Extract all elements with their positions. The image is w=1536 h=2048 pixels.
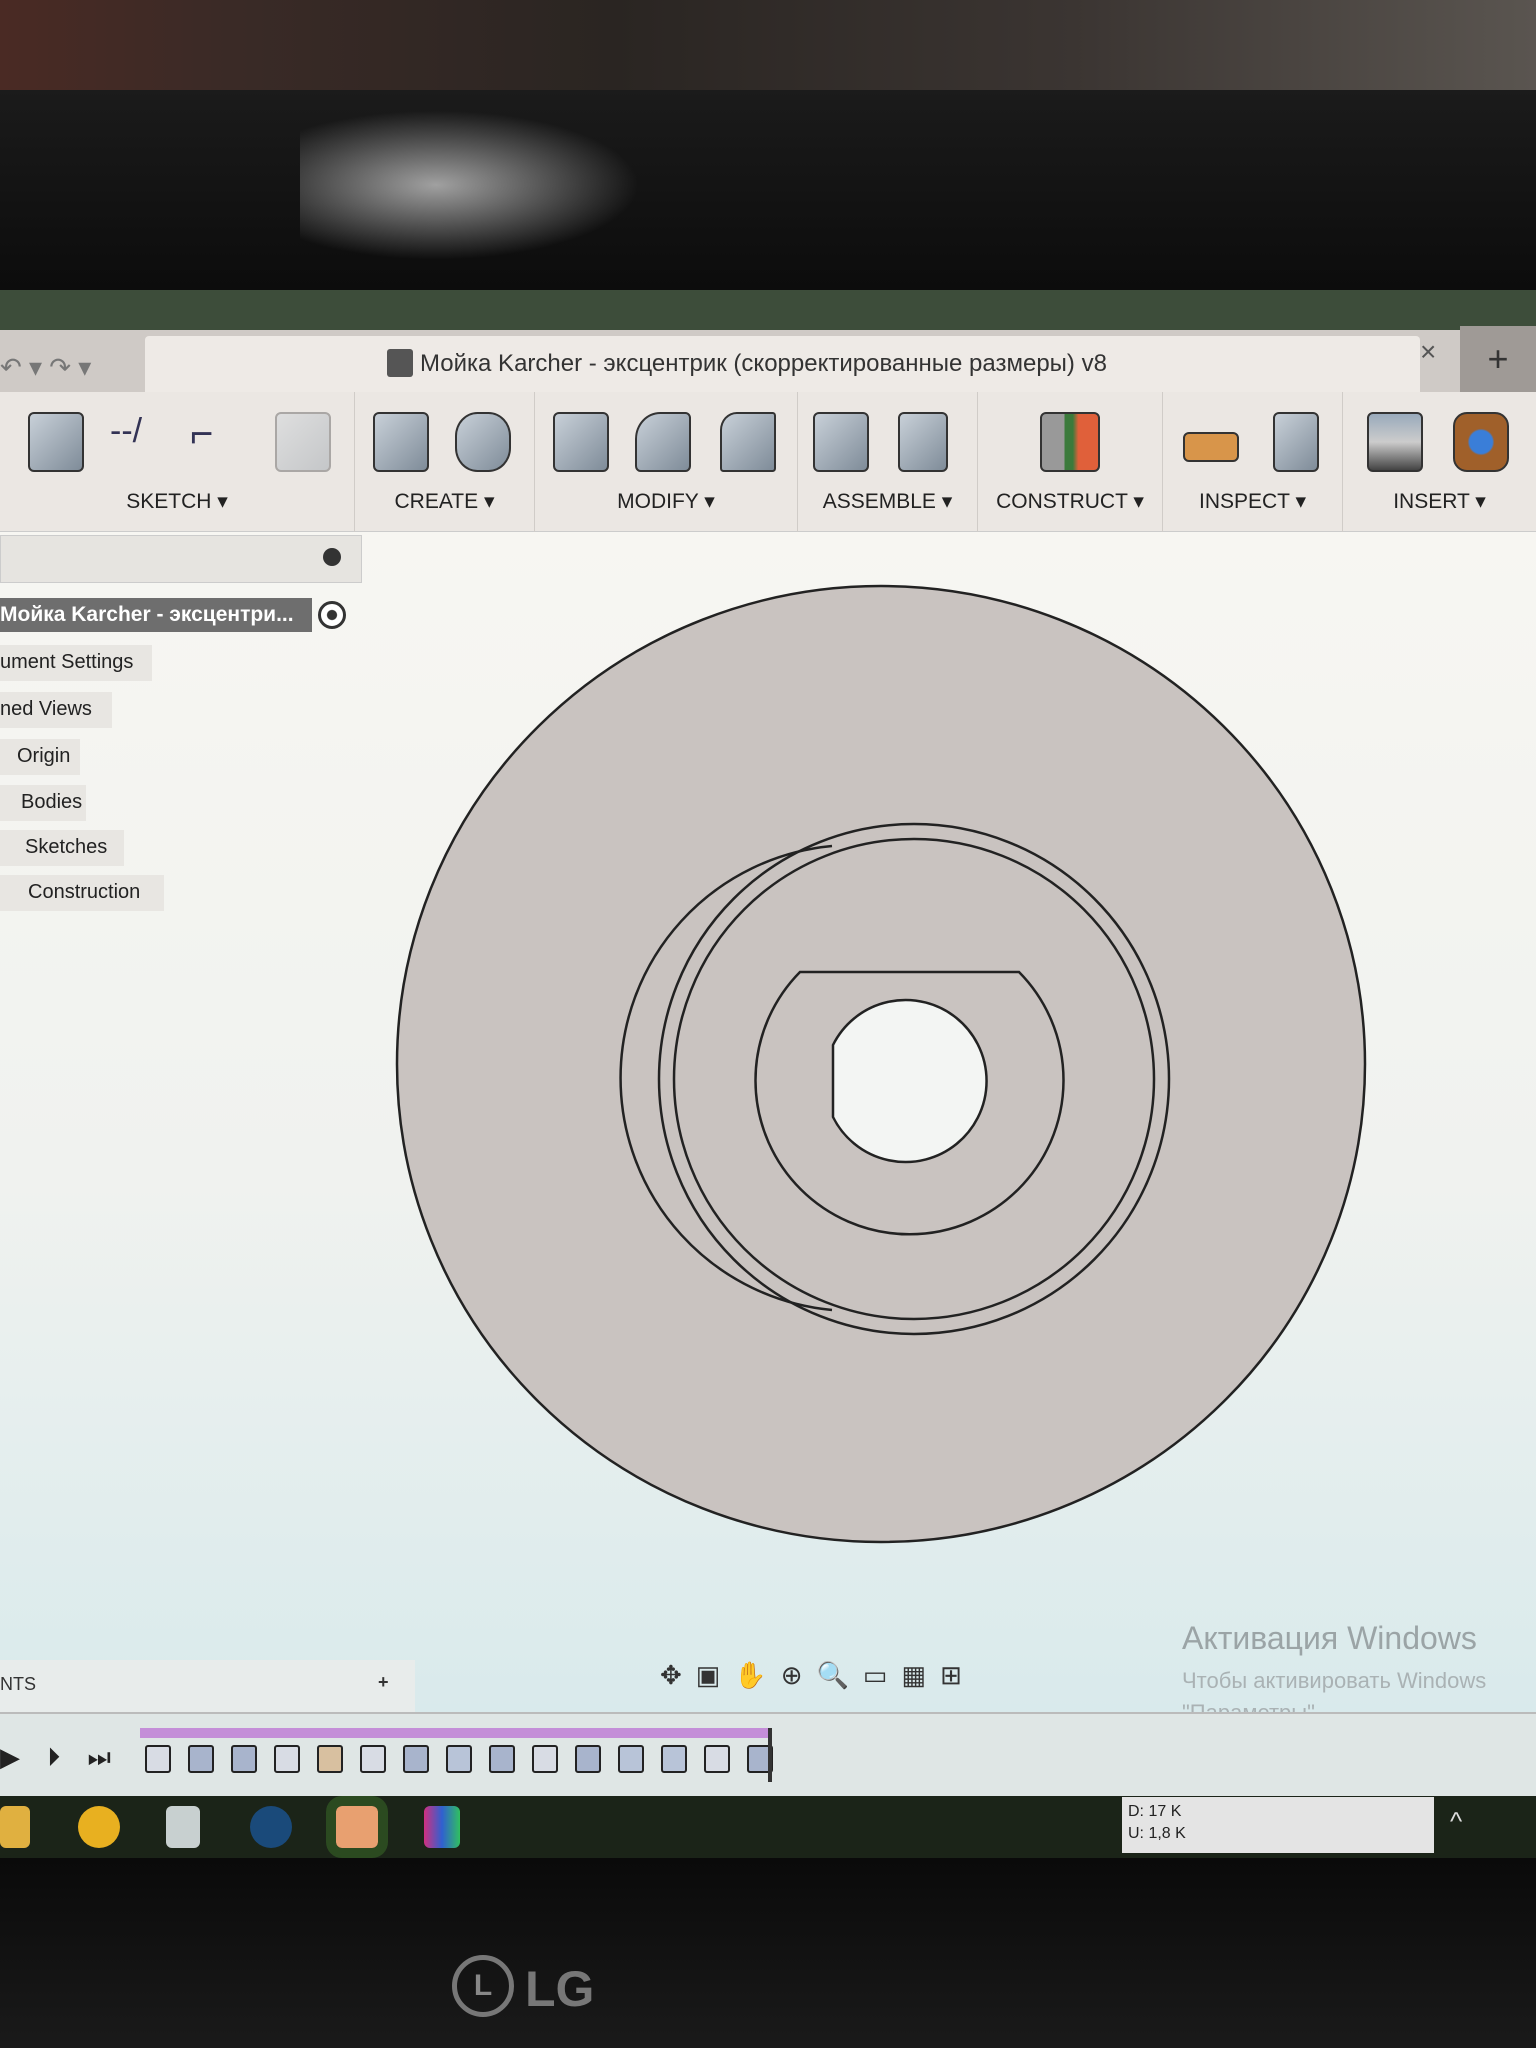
brand-logo: LG xyxy=(525,1961,595,2017)
timeline-extrude-icon[interactable] xyxy=(575,1745,601,1773)
calculator-icon[interactable] xyxy=(166,1806,200,1848)
file-explorer-icon[interactable] xyxy=(0,1806,30,1848)
browser-item-document-settings[interactable]: ument Settings xyxy=(0,645,152,681)
browser-item-origin[interactable]: Origin xyxy=(0,739,80,775)
timeline-sketch-icon[interactable] xyxy=(532,1745,558,1773)
autocad-icon[interactable] xyxy=(78,1806,120,1848)
timeline-fillet-icon[interactable] xyxy=(661,1745,687,1773)
tray-expand-icon[interactable]: ^ xyxy=(1450,1806,1462,1837)
timeline-chamfer-icon[interactable] xyxy=(618,1745,644,1773)
browser-header xyxy=(0,535,362,583)
timeline-chamfer-icon[interactable] xyxy=(446,1745,472,1773)
fusion-360-icon[interactable] xyxy=(326,1796,388,1858)
playback-controls[interactable]: ▶ ⏵ ⏭ xyxy=(0,1742,121,1774)
add-comment-icon[interactable]: + xyxy=(378,1672,389,1693)
orbit-icon[interactable]: ✥ xyxy=(660,1660,696,1690)
look-at-icon[interactable]: ▣ xyxy=(696,1660,735,1690)
viewports-icon[interactable]: ⊞ xyxy=(940,1660,976,1690)
monitor-bezel-bottom xyxy=(0,1858,1536,2048)
browser-item-bodies[interactable]: Bodies xyxy=(0,785,86,821)
collapse-icon[interactable] xyxy=(323,548,341,566)
navigation-bar: ✥▣✋⊕🔍▭▦⊞ xyxy=(660,1660,1100,1700)
timeline-extrude-icon[interactable] xyxy=(403,1745,429,1773)
download-speed: D: 17 K xyxy=(1128,1803,1182,1820)
timeline-sketch-icon[interactable] xyxy=(274,1745,300,1773)
steam-icon[interactable] xyxy=(250,1806,292,1848)
timeline-extrude-icon[interactable] xyxy=(231,1745,257,1773)
zoom-icon[interactable]: ⊕ xyxy=(781,1660,817,1690)
display-settings-icon[interactable]: ▭ xyxy=(863,1660,902,1690)
activation-watermark-text: Чтобы активировать Windows xyxy=(1182,1668,1487,1693)
timeline-sketch-icon[interactable] xyxy=(360,1745,386,1773)
browser-root-node[interactable]: Мойка Karcher - эксцентри... xyxy=(0,598,312,632)
browser-item-sketches[interactable]: Sketches xyxy=(0,830,124,866)
upload-speed: U: 1,8 K xyxy=(1128,1825,1186,1842)
browser-item-construction[interactable]: Construction xyxy=(0,875,164,911)
timeline-sketch-icon[interactable] xyxy=(145,1745,171,1773)
fit-icon[interactable]: 🔍 xyxy=(817,1660,863,1690)
app-icon[interactable] xyxy=(424,1806,460,1848)
lg-logo: L xyxy=(452,1955,514,2017)
shaft-hole xyxy=(831,998,988,1164)
timeline-extrude-icon[interactable] xyxy=(489,1745,515,1773)
grid-icon[interactable]: ▦ xyxy=(902,1660,941,1690)
timeline-range-bar[interactable] xyxy=(140,1728,772,1738)
network-monitor: D: 17 K U: 1,8 K xyxy=(1122,1797,1434,1853)
timeline-sketch-icon[interactable] xyxy=(704,1745,730,1773)
timeline-loft-icon[interactable] xyxy=(317,1745,343,1773)
activation-watermark-title: Активация Windows xyxy=(1182,1620,1477,1656)
comments-label: NTS xyxy=(0,1674,36,1694)
timeline-marker[interactable] xyxy=(768,1728,772,1782)
browser-item-named-views[interactable]: ned Views xyxy=(0,692,112,728)
pan-icon[interactable]: ✋ xyxy=(734,1660,780,1690)
timeline-extrude-icon[interactable] xyxy=(188,1745,214,1773)
comments-panel[interactable]: NTS + xyxy=(0,1660,415,1712)
active-component-radio[interactable] xyxy=(318,601,346,629)
